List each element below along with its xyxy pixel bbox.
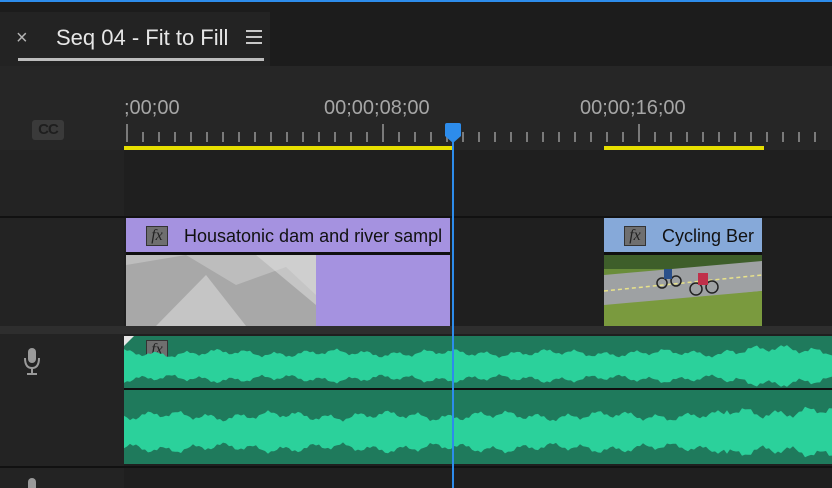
ruler-label: 00;00;08;00 xyxy=(324,97,430,119)
ruler-tick xyxy=(318,132,320,142)
ruler-tick xyxy=(126,124,128,142)
ruler-tick xyxy=(350,132,352,142)
ruler-tick xyxy=(190,132,192,142)
track-header-v2[interactable] xyxy=(0,150,124,216)
ruler-tick xyxy=(622,132,624,142)
track-a1[interactable]: fx xyxy=(124,334,832,466)
ruler-tick xyxy=(222,132,224,142)
ruler-tick xyxy=(414,132,416,142)
sequence-tab[interactable]: × Seq 04 - Fit to Fill xyxy=(0,12,270,66)
panel-menu-icon[interactable] xyxy=(246,30,262,44)
clip-thumbnail xyxy=(126,255,450,326)
ruler-tick xyxy=(686,132,688,142)
ruler-tick xyxy=(494,132,496,142)
ruler-tick xyxy=(654,132,656,142)
active-tab-underline xyxy=(18,58,264,61)
ruler-tick xyxy=(574,132,576,142)
clip-name: Housatonic dam and river sampl xyxy=(184,226,443,246)
ruler-tick xyxy=(766,132,768,142)
audio-clip[interactable]: fx xyxy=(124,336,832,464)
panel-tab-bar: × Seq 04 - Fit to Fill xyxy=(0,6,832,66)
video-clip[interactable]: fx Cycling Ber xyxy=(604,218,762,326)
microphone-icon[interactable] xyxy=(22,476,42,488)
clip-thumbnail xyxy=(604,255,762,326)
waveform-channel xyxy=(124,406,832,458)
ruler-tick xyxy=(398,132,400,142)
ruler-tick xyxy=(302,132,304,142)
ruler-tick xyxy=(158,132,160,142)
ruler-tick xyxy=(750,132,752,142)
ruler-tick xyxy=(526,132,528,142)
ruler-label: 00;00;16;00 xyxy=(580,97,686,119)
fx-badge[interactable]: fx xyxy=(624,226,646,246)
track-header-a2[interactable] xyxy=(0,468,124,488)
ruler-tick xyxy=(814,132,816,142)
ruler-tick xyxy=(478,132,480,142)
ruler-label: ;00;00 xyxy=(124,97,180,119)
ruler-tick xyxy=(334,132,336,142)
ruler-tick xyxy=(286,132,288,142)
ruler-tick xyxy=(734,132,736,142)
fx-badge[interactable]: fx xyxy=(146,226,168,246)
sequence-tab-title[interactable]: Seq 04 - Fit to Fill xyxy=(56,24,228,52)
ruler-tick xyxy=(174,132,176,142)
ruler-tick xyxy=(590,132,592,142)
ruler-tick xyxy=(542,132,544,142)
ruler-tick xyxy=(270,132,272,142)
timeline-header-controls: CC xyxy=(0,66,124,150)
ruler-tick xyxy=(366,132,368,142)
ruler-tick xyxy=(798,132,800,142)
clip-name: Cycling Ber xyxy=(662,226,755,246)
waveform-channel xyxy=(124,345,832,387)
track-header-v1[interactable] xyxy=(0,218,124,326)
timeline-panel: CC ;00;00 00;00;08;00 00;00;16;00 fx Hou… xyxy=(0,66,832,488)
track-a2[interactable] xyxy=(124,468,832,488)
clip-header: fx Cycling Ber xyxy=(604,218,762,252)
ruler-tick xyxy=(206,132,208,142)
track-header-a1[interactable] xyxy=(0,334,124,466)
video-audio-divider xyxy=(0,326,832,334)
ruler-tick xyxy=(142,132,144,142)
ruler-tick xyxy=(254,132,256,142)
ruler-tick xyxy=(606,132,608,142)
ruler-tick xyxy=(670,132,672,142)
ruler-tick xyxy=(558,132,560,142)
track-v2[interactable] xyxy=(124,150,832,216)
ruler-tick xyxy=(702,132,704,142)
channel-separator xyxy=(124,388,832,390)
ruler-tick xyxy=(638,124,640,142)
close-icon[interactable]: × xyxy=(16,26,28,50)
audio-waveform xyxy=(124,345,832,458)
playhead-handle[interactable] xyxy=(443,123,463,143)
microphone-icon[interactable] xyxy=(22,346,42,376)
clip-header: fx Housatonic dam and river sampl xyxy=(126,218,450,252)
ruler-tick xyxy=(430,132,432,142)
track-v1[interactable]: fx Housatonic dam and river sampl fx Cyc… xyxy=(124,218,832,326)
ruler-tick xyxy=(238,132,240,142)
captions-icon[interactable]: CC xyxy=(32,120,64,140)
ruler-tick xyxy=(782,132,784,142)
playhead-line[interactable] xyxy=(452,140,454,488)
ruler-tick xyxy=(382,124,384,142)
video-clip[interactable]: fx Housatonic dam and river sampl xyxy=(126,218,450,326)
time-ruler[interactable]: ;00;00 00;00;08;00 00;00;16;00 xyxy=(124,66,832,150)
ruler-tick xyxy=(718,132,720,142)
ruler-tick xyxy=(510,132,512,142)
